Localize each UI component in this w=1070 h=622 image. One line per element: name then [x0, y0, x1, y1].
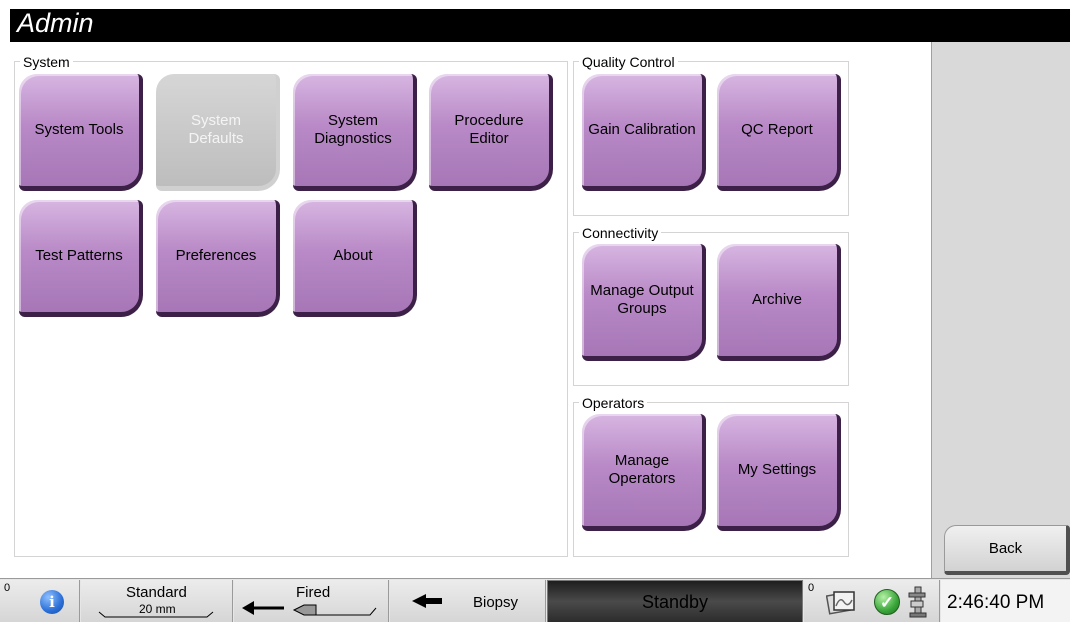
system-diagnostics-label: System Diagnostics: [314, 112, 392, 147]
info-icon[interactable]: i: [40, 590, 64, 614]
page-title: Admin: [17, 8, 94, 38]
system-diagnostics-button[interactable]: System Diagnostics: [293, 74, 417, 191]
test-patterns-button[interactable]: Test Patterns: [19, 200, 143, 317]
my-settings-label: My Settings: [737, 461, 817, 478]
qc-report-label: QC Report: [741, 121, 813, 138]
system-defaults-button[interactable]: System Defaults: [156, 74, 280, 191]
exposure-cell[interactable]: Fired: [234, 580, 389, 622]
compression-icon: [292, 604, 377, 616]
manage-output-groups-label: Manage Output Groups: [590, 282, 694, 317]
system-state-cell: Standby: [547, 580, 803, 622]
paddle-cell[interactable]: Standard 20 mm: [81, 580, 233, 622]
right-panel: [931, 42, 1070, 578]
procedure-editor-label: Procedure Editor: [454, 112, 524, 147]
manage-operators-label: Manage Operators: [608, 452, 676, 487]
preferences-button[interactable]: Preferences: [156, 200, 280, 317]
back-label: Back: [988, 540, 1023, 557]
exposure-state: Fired: [296, 584, 331, 601]
archive-button[interactable]: Archive: [717, 244, 841, 361]
biopsy-icon: [412, 594, 442, 608]
system-tools-button[interactable]: System Tools: [19, 74, 143, 191]
test-patterns-label: Test Patterns: [35, 247, 123, 264]
output-cell[interactable]: 0 ✓: [804, 580, 940, 622]
procedure-editor-button[interactable]: Procedure Editor: [429, 74, 553, 191]
biopsy-label: Biopsy: [473, 594, 519, 611]
about-label: About: [333, 247, 373, 264]
clock: 2:46:40 PM: [947, 592, 1045, 613]
output-count: 0: [808, 582, 815, 594]
system-defaults-label: System Defaults: [188, 112, 244, 147]
alarm-cell[interactable]: 0 i: [0, 580, 80, 622]
clock-cell: 2:46:40 PM: [941, 580, 1070, 622]
back-button[interactable]: Back: [944, 525, 1070, 575]
operators-group-label: Operators: [579, 395, 648, 411]
connectivity-group-label: Connectivity: [579, 225, 662, 241]
gain-calibration-label: Gain Calibration: [588, 121, 696, 138]
status-bar: 0 i Standard 20 mm Fired Biopsy Standby: [0, 578, 1070, 622]
status-ok-icon[interactable]: ✓: [874, 589, 900, 615]
image-output-icon[interactable]: [826, 588, 858, 616]
archive-label: Archive: [751, 291, 803, 308]
my-settings-button[interactable]: My Settings: [717, 414, 841, 531]
quality-control-group-label: Quality Control: [579, 54, 678, 70]
arrow-left-icon: [242, 601, 284, 615]
paddle-icon: [98, 611, 214, 618]
qc-report-button[interactable]: QC Report: [717, 74, 841, 191]
biopsy-cell[interactable]: Biopsy: [390, 580, 546, 622]
gantry-icon: [908, 586, 927, 618]
manage-operators-button[interactable]: Manage Operators: [582, 414, 706, 531]
preferences-label: Preferences: [175, 247, 257, 264]
system-tools-label: System Tools: [34, 121, 124, 138]
title-bar: Admin: [10, 8, 1070, 42]
about-button[interactable]: About: [293, 200, 417, 317]
gain-calibration-button[interactable]: Gain Calibration: [582, 74, 706, 191]
system-state: Standby: [641, 592, 709, 612]
paddle-name: Standard: [126, 584, 187, 601]
system-group-label: System: [20, 54, 73, 70]
manage-output-groups-button[interactable]: Manage Output Groups: [582, 244, 706, 361]
alarm-count: 0: [4, 582, 11, 594]
